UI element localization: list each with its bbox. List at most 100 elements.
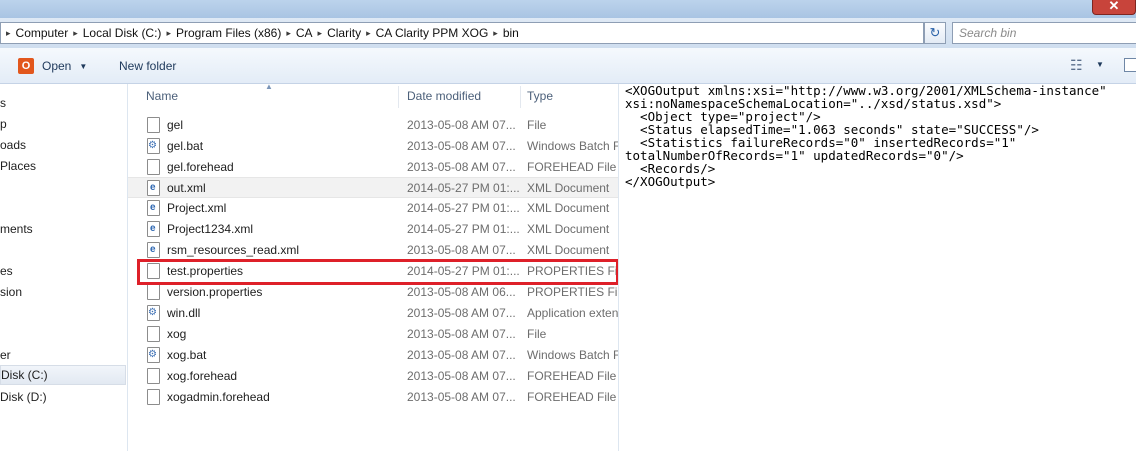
- file-type: File: [527, 118, 547, 132]
- file-type: PROPERTIES File: [527, 285, 618, 299]
- file-date: 2014-05-27 PM 01:...: [407, 222, 520, 236]
- file-name: gel.forehead: [167, 160, 234, 174]
- breadcrumb-ca[interactable]: CA: [296, 26, 313, 40]
- nav-item-recent-places[interactable]: Places: [0, 156, 36, 176]
- breadcrumb-separator[interactable]: ▸: [361, 28, 376, 39]
- sort-ascending-icon: ▲: [265, 82, 273, 91]
- file-name: gel.bat: [167, 139, 204, 153]
- file-name: xog: [167, 327, 187, 341]
- file-date: 2013-05-08 AM 07...: [407, 243, 516, 257]
- file-type: Application extension: [527, 306, 618, 320]
- file-date: 2013-05-08 AM 07...: [407, 160, 516, 174]
- breadcrumb-separator[interactable]: ▸: [313, 28, 328, 39]
- column-header-date-modified[interactable]: Date modified: [407, 84, 481, 108]
- nav-item-local-disk-c[interactable]: Disk (C:): [0, 365, 126, 385]
- file-name: xog.bat: [167, 348, 207, 362]
- breadcrumb-separator[interactable]: ▸: [68, 28, 83, 39]
- file-row[interactable]: xog.bat 2013-05-08 AM 07... Windows Batc…: [128, 345, 618, 366]
- highlight-annotation: [137, 259, 619, 285]
- blank-file-icon: [147, 389, 160, 405]
- new-folder-button[interactable]: New folder: [119, 59, 176, 73]
- breadcrumb-computer[interactable]: Computer: [16, 26, 69, 40]
- column-header-type[interactable]: Type: [527, 84, 553, 108]
- file-date: 2013-05-08 AM 07...: [407, 118, 516, 132]
- file-type: FOREHEAD File: [527, 390, 617, 404]
- breadcrumb-clarity[interactable]: Clarity: [327, 26, 361, 40]
- file-type: FOREHEAD File: [527, 369, 617, 383]
- breadcrumb-program-files[interactable]: Program Files (x86): [176, 26, 281, 40]
- file-name: gel: [167, 118, 184, 132]
- file-row[interactable]: gel.bat 2013-05-08 AM 07... Windows Batc…: [128, 136, 618, 157]
- file-row[interactable]: xogadmin.forehead 2013-05-08 AM 07... FO…: [128, 387, 618, 408]
- office-icon: O: [18, 58, 34, 74]
- file-type: XML Document: [527, 181, 610, 195]
- breadcrumb-separator[interactable]: ▸: [488, 28, 503, 39]
- nav-item-documents[interactable]: ments: [0, 219, 33, 239]
- file-row[interactable]: Project1234.xml 2014-05-27 PM 01:... XML…: [128, 219, 618, 240]
- chevron-down-icon[interactable]: ▼: [1096, 60, 1104, 69]
- file-row[interactable]: Project.xml 2014-05-27 PM 01:... XML Doc…: [128, 198, 618, 219]
- breadcrumb-ca-clarity-ppm-xog[interactable]: CA Clarity PPM XOG: [376, 26, 489, 40]
- open-button[interactable]: O Open ▼: [18, 58, 87, 74]
- address-bar[interactable]: ▸ Computer ▸ Local Disk (C:) ▸ Program F…: [0, 22, 924, 44]
- nav-item-downloads[interactable]: oads: [0, 135, 26, 155]
- blank-file-icon: [147, 284, 160, 300]
- file-type: File: [527, 327, 547, 341]
- batch-file-icon: [147, 347, 160, 363]
- breadcrumb-separator[interactable]: ▸: [161, 28, 176, 39]
- file-row[interactable]: version.properties 2013-05-08 AM 06... P…: [128, 282, 618, 303]
- breadcrumb-separator[interactable]: ▸: [1, 28, 16, 39]
- refresh-button[interactable]: ↻: [924, 22, 946, 44]
- close-icon: ✕: [1108, 0, 1120, 13]
- xml-file-icon: [147, 242, 160, 258]
- file-row[interactable]: xog.forehead 2013-05-08 AM 07... FOREHEA…: [128, 366, 618, 387]
- column-divider[interactable]: [520, 86, 521, 108]
- file-name: rsm_resources_read.xml: [167, 243, 300, 257]
- file-type: FOREHEAD File: [527, 160, 617, 174]
- file-row[interactable]: xog 2013-05-08 AM 07... File: [128, 324, 618, 345]
- file-date: 2013-05-08 AM 06...: [407, 285, 516, 299]
- command-bar: O Open ▼ New folder ☷ ▼: [0, 48, 1136, 84]
- file-row[interactable]: rsm_resources_read.xml 2013-05-08 AM 07.…: [128, 240, 618, 261]
- preview-pane-toggle-icon[interactable]: [1124, 58, 1136, 72]
- navigation-pane: s p oads Places ments es sion er Disk (C…: [0, 84, 128, 451]
- file-date: 2013-05-08 AM 07...: [407, 327, 516, 341]
- blank-file-icon: [147, 117, 160, 133]
- nav-item-libraries[interactable]: s: [0, 93, 6, 113]
- breadcrumb-bin[interactable]: bin: [503, 26, 519, 40]
- file-row[interactable]: gel.forehead 2013-05-08 AM 07... FOREHEA…: [128, 157, 618, 178]
- breadcrumb-local-disk[interactable]: Local Disk (C:): [83, 26, 162, 40]
- file-row[interactable]: gel 2013-05-08 AM 07... File: [128, 115, 618, 136]
- batch-file-icon: [147, 138, 160, 154]
- file-type: XML Document: [527, 222, 610, 236]
- nav-item-computer[interactable]: er: [0, 345, 11, 365]
- xml-file-icon: [147, 221, 160, 237]
- nav-item-pictures[interactable]: es: [0, 261, 13, 281]
- nav-item-desktop[interactable]: p: [0, 114, 7, 134]
- file-date: 2013-05-08 AM 07...: [407, 390, 516, 404]
- breadcrumb-separator[interactable]: ▸: [281, 28, 296, 39]
- chevron-down-icon[interactable]: ▼: [79, 62, 87, 71]
- blank-file-icon: [147, 159, 160, 175]
- column-divider[interactable]: [398, 86, 399, 108]
- file-type: Windows Batch File: [527, 139, 618, 153]
- nav-item-local-disk-d[interactable]: Disk (D:): [0, 387, 47, 407]
- close-button[interactable]: ✕: [1092, 0, 1136, 15]
- xml-file-icon: [147, 180, 160, 196]
- file-date: 2013-05-08 AM 07...: [407, 348, 516, 362]
- address-row: ▸ Computer ▸ Local Disk (C:) ▸ Program F…: [0, 18, 1136, 48]
- file-row[interactable]: win.dll 2013-05-08 AM 07... Application …: [128, 303, 618, 324]
- file-name: version.properties: [167, 285, 263, 299]
- file-date: 2013-05-08 AM 07...: [407, 369, 516, 383]
- file-row[interactable]: out.xml 2014-05-27 PM 01:... XML Documen…: [128, 177, 618, 198]
- view-options-icon[interactable]: ☷: [1070, 57, 1083, 74]
- blank-file-icon: [147, 326, 160, 342]
- column-header-name[interactable]: Name: [146, 84, 178, 108]
- search-input[interactable]: Search bin: [952, 22, 1136, 44]
- file-type: Windows Batch File: [527, 348, 618, 362]
- nav-item-videos[interactable]: sion: [0, 282, 22, 302]
- file-name: xog.forehead: [167, 369, 238, 383]
- file-type: XML Document: [527, 243, 610, 257]
- refresh-icon: ↻: [929, 25, 941, 40]
- blank-file-icon: [147, 368, 160, 384]
